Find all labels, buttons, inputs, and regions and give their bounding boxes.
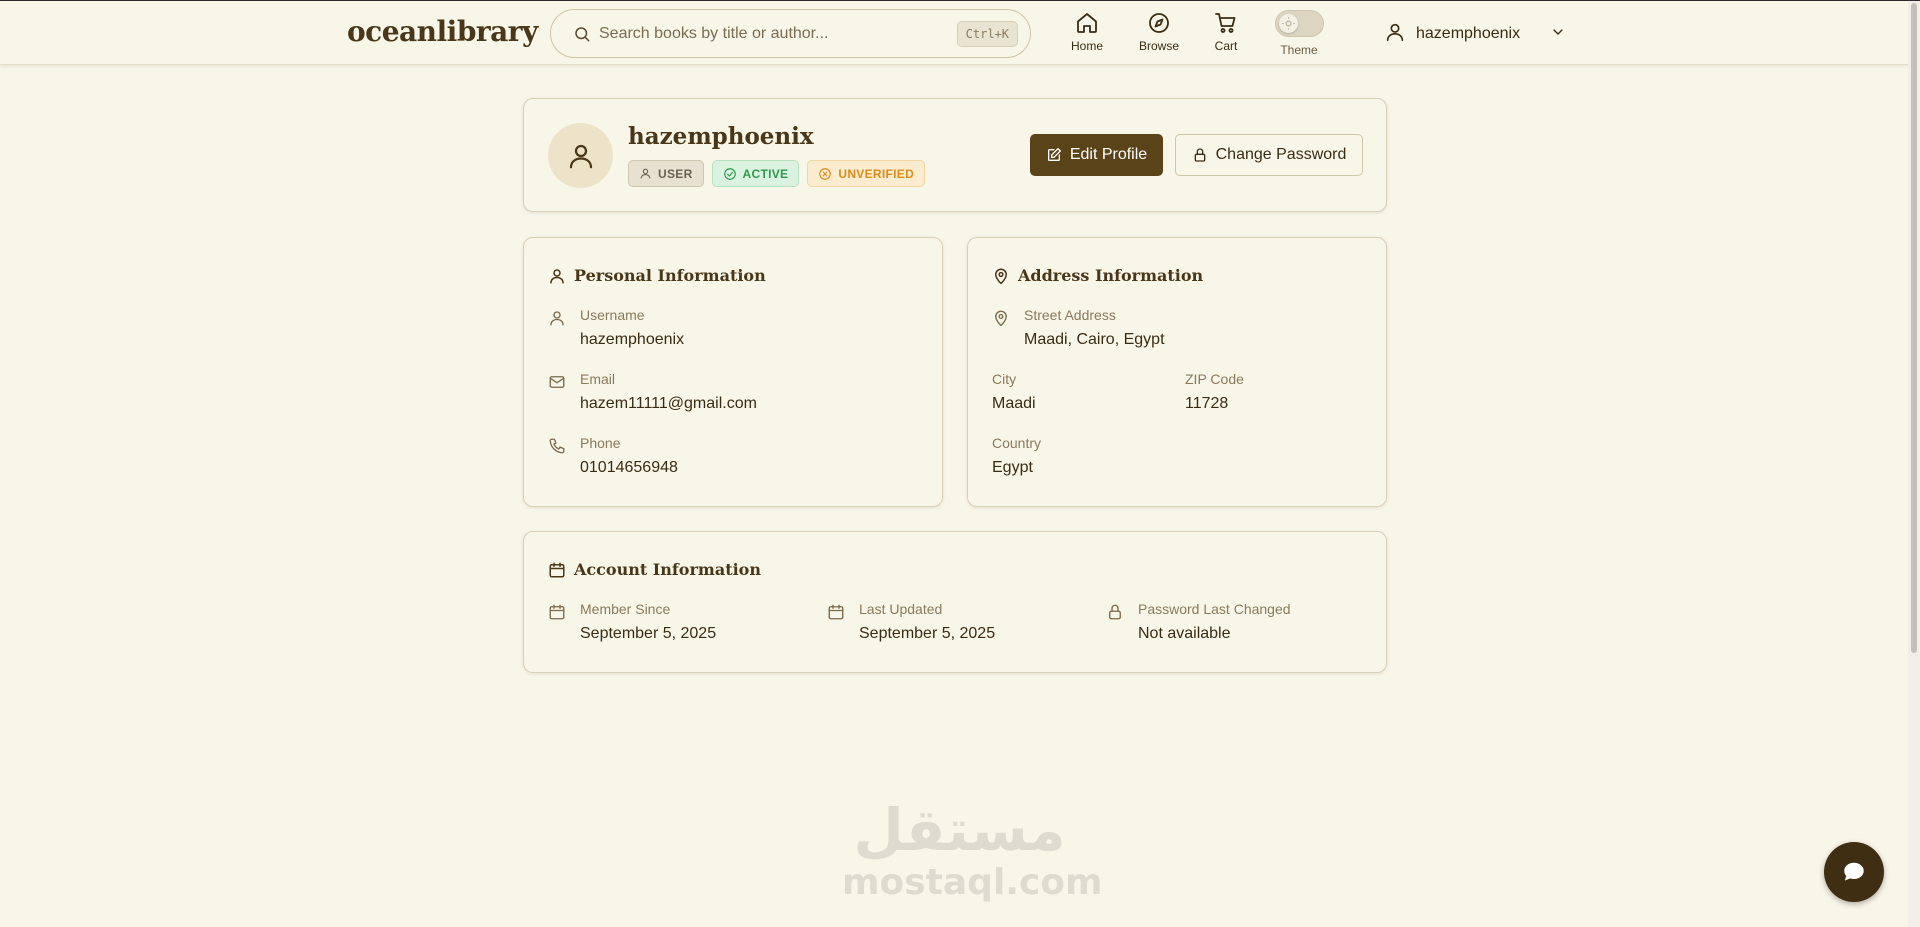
member-since-label: Member Since — [580, 601, 671, 617]
edit-icon — [1047, 148, 1061, 161]
address-information-card: Address Information Street Address Maadi… — [967, 237, 1387, 507]
watermark-latin: mostaql.com — [842, 862, 1103, 903]
personal-information-card: Personal Information Username hazemphoen… — [523, 237, 943, 507]
account-information-card: Account Information Member Since Septemb… — [523, 531, 1387, 673]
personal-information-title: Personal Information — [548, 266, 766, 285]
site-logo[interactable]: oceanlibrary — [347, 15, 538, 48]
city-value: Maadi — [992, 395, 1036, 412]
country-field: Country Egypt — [992, 435, 1041, 477]
user-icon — [640, 168, 651, 179]
profile-header-card: hazemphoenix USER ACTIVE UNVERIFIED Edit… — [523, 98, 1387, 212]
user-icon — [1384, 21, 1406, 48]
account-information-title-text: Account Information — [574, 560, 761, 579]
nav-home[interactable]: Home — [1057, 11, 1117, 53]
calendar-icon — [548, 603, 566, 626]
map-pin-icon — [995, 268, 1007, 284]
nav-cart-label: Cart — [1214, 39, 1238, 53]
user-menu[interactable]: hazemphoenix — [1384, 21, 1566, 47]
edit-profile-label: Edit Profile — [1069, 146, 1148, 163]
chevron-down-icon — [1550, 24, 1566, 45]
search-icon — [573, 25, 591, 48]
phone-value: 01014656948 — [580, 459, 678, 476]
city-field: City Maadi — [992, 371, 1036, 413]
street-address-value: Maadi, Cairo, Egypt — [1024, 331, 1165, 348]
role-badge-label: USER — [658, 166, 693, 181]
nav-browse-label: Browse — [1138, 39, 1179, 53]
watermark-arabic: مستقل — [853, 796, 1066, 864]
user-menu-name: hazemphoenix — [1416, 25, 1521, 42]
password-last-changed-label: Password Last Changed — [1138, 601, 1291, 617]
password-last-changed-value: Not available — [1138, 625, 1231, 642]
edit-profile-button[interactable]: Edit Profile — [1030, 134, 1163, 176]
user-icon — [569, 144, 592, 168]
change-password-label: Change Password — [1215, 146, 1347, 163]
country-value: Egypt — [992, 459, 1033, 476]
phone-label: Phone — [580, 435, 621, 451]
sun-icon — [1282, 17, 1295, 30]
user-icon — [550, 268, 564, 283]
calendar-icon — [549, 562, 565, 577]
scrollbar-thumb[interactable] — [1911, 3, 1917, 653]
status-badge-label: ACTIVE — [742, 166, 789, 181]
profile-badges: USER ACTIVE UNVERIFIED — [628, 160, 926, 187]
top-navbar: oceanlibrary Ctrl+K Home Browse Cart The… — [0, 1, 1908, 65]
member-since-value: September 5, 2025 — [580, 625, 717, 642]
mostaql-watermark: مستقل mostaql.com — [842, 795, 1103, 905]
map-pin-icon — [992, 309, 1010, 332]
nav-home-label: Home — [1070, 39, 1103, 53]
zip-code-field: ZIP Code 11728 — [1185, 371, 1244, 413]
calendar-icon — [827, 603, 845, 626]
username-label: Username — [580, 307, 645, 323]
address-information-title-text: Address Information — [1018, 266, 1204, 285]
city-label: City — [992, 371, 1017, 387]
search-shortcut-hint: Ctrl+K — [956, 21, 1018, 47]
chat-button[interactable] — [1824, 842, 1884, 902]
zip-code-value: 11728 — [1185, 395, 1229, 412]
role-badge: USER — [628, 160, 704, 187]
theme-label: Theme — [1280, 43, 1318, 57]
search-bar[interactable]: Ctrl+K — [550, 9, 1031, 58]
home-icon — [1057, 11, 1117, 35]
theme-toggle[interactable] — [1275, 10, 1324, 37]
phone-icon — [548, 437, 566, 460]
profile-name: hazemphoenix — [628, 123, 814, 150]
vertical-scrollbar[interactable] — [1908, 1, 1920, 927]
chat-bubble-icon — [1844, 862, 1864, 881]
account-information-title: Account Information — [548, 560, 761, 579]
mail-icon — [548, 373, 566, 396]
x-circle-icon — [819, 167, 832, 180]
lock-icon — [1194, 148, 1205, 162]
zip-code-label: ZIP Code — [1185, 371, 1244, 387]
email-value: hazem11111@gmail.com — [580, 395, 757, 412]
theme-toggle-knob — [1279, 14, 1298, 33]
verification-badge: UNVERIFIED — [807, 160, 926, 187]
status-badge: ACTIVE — [711, 160, 800, 187]
last-updated-label: Last Updated — [859, 601, 943, 617]
email-label: Email — [580, 371, 616, 387]
change-password-button[interactable]: Change Password — [1175, 134, 1363, 176]
country-label: Country — [992, 435, 1042, 451]
search-input[interactable] — [599, 22, 939, 46]
avatar — [548, 123, 613, 188]
username-value: hazemphoenix — [580, 331, 685, 348]
address-information-title: Address Information — [992, 266, 1203, 285]
last-updated-value: September 5, 2025 — [859, 625, 996, 642]
nav-cart[interactable]: Cart — [1196, 11, 1256, 53]
personal-information-title-text: Personal Information — [574, 266, 766, 285]
street-address-label: Street Address — [1024, 307, 1116, 323]
compass-icon — [1129, 11, 1189, 35]
lock-icon — [1106, 603, 1124, 626]
verification-badge-label: UNVERIFIED — [838, 166, 915, 181]
cart-icon — [1196, 11, 1256, 35]
nav-browse[interactable]: Browse — [1129, 11, 1189, 53]
check-circle-icon — [723, 167, 736, 180]
user-icon — [548, 309, 566, 332]
